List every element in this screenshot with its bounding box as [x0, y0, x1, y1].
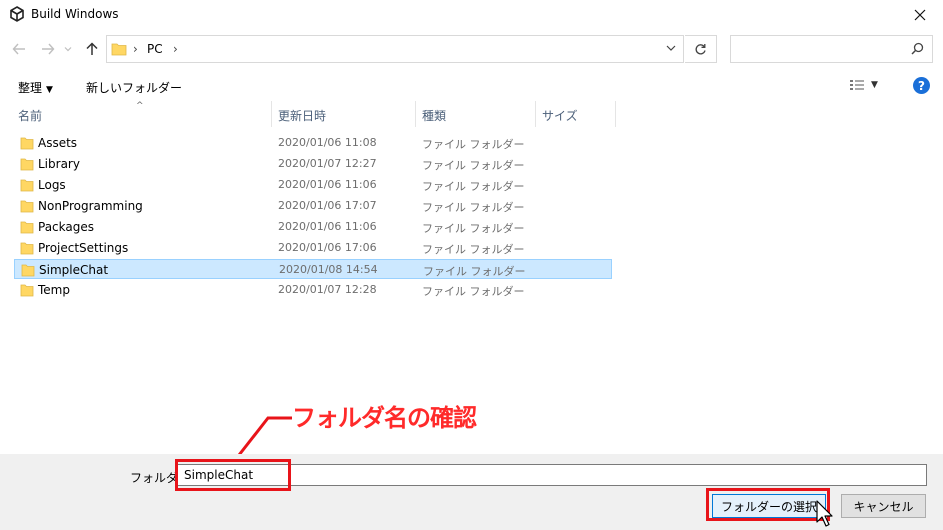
folder-icon	[20, 242, 34, 255]
folder-icon	[20, 284, 34, 297]
file-row[interactable]: NonProgramming 2020/01/06 17:07 ファイル フォルダー	[14, 196, 612, 216]
column-size[interactable]: サイズ	[536, 101, 616, 127]
folder-icon	[111, 43, 127, 56]
help-button[interactable]: ?	[913, 77, 930, 94]
address-bar[interactable]: › PC ›	[106, 35, 684, 63]
file-row[interactable]: SimpleChat 2020/01/08 14:54 ファイル フォルダー	[14, 259, 612, 279]
column-date[interactable]: 更新日時	[272, 101, 416, 127]
file-date: 2020/01/06 17:07	[278, 199, 377, 212]
file-date: 2020/01/06 11:06	[278, 178, 377, 191]
caret-down-icon: ▼	[46, 85, 53, 95]
arrow-left-icon	[12, 43, 25, 55]
file-date: 2020/01/06 11:06	[278, 220, 377, 233]
search-icon	[911, 42, 924, 55]
refresh-button[interactable]	[685, 35, 717, 63]
folder-icon	[20, 200, 34, 213]
file-name: Logs	[38, 178, 66, 192]
file-name: Temp	[38, 283, 70, 297]
details-view-icon	[850, 80, 864, 90]
chevron-down-icon[interactable]	[665, 42, 677, 54]
file-date: 2020/01/06 11:08	[278, 136, 377, 149]
file-row[interactable]: Logs 2020/01/06 11:06 ファイル フォルダー	[14, 175, 612, 195]
file-name: ProjectSettings	[38, 241, 129, 255]
file-row[interactable]: Assets 2020/01/06 11:08 ファイル フォルダー	[14, 133, 612, 153]
file-row[interactable]: Library 2020/01/07 12:27 ファイル フォルダー	[14, 154, 612, 174]
file-type: ファイル フォルダー	[422, 243, 525, 256]
file-row[interactable]: Packages 2020/01/06 11:06 ファイル フォルダー	[14, 217, 612, 237]
up-button[interactable]	[82, 39, 102, 59]
column-header: ^ 名前 更新日時 種類 サイズ	[0, 101, 943, 127]
chevron-down-icon	[64, 47, 72, 52]
forward-button[interactable]	[38, 39, 58, 59]
file-type: ファイル フォルダー	[422, 138, 525, 151]
arrow-up-icon	[86, 42, 98, 55]
column-type[interactable]: 種類	[416, 101, 536, 127]
caret-down-icon: ▼	[871, 80, 878, 90]
breadcrumb-pc[interactable]: PC	[147, 42, 163, 56]
refresh-icon	[695, 43, 706, 54]
folder-icon	[20, 179, 34, 192]
file-row[interactable]: ProjectSettings 2020/01/06 17:06 ファイル フォルダ…	[14, 238, 612, 258]
folder-icon	[20, 158, 34, 171]
organize-menu[interactable]: 整理 ▼	[18, 79, 53, 96]
folder-icon	[21, 264, 35, 277]
file-name: NonProgramming	[38, 199, 143, 213]
file-type: ファイル フォルダー	[422, 201, 525, 214]
file-name: Assets	[38, 136, 78, 150]
close-button[interactable]	[897, 0, 943, 29]
title-bar: Build Windows	[0, 0, 943, 29]
file-type: ファイル フォルダー	[422, 159, 525, 172]
file-date: 2020/01/06 17:06	[278, 241, 377, 254]
file-type: ファイル フォルダー	[422, 222, 525, 235]
file-name: Packages	[38, 220, 94, 234]
folder-icon	[20, 221, 34, 234]
breadcrumb-separator-icon: ›	[133, 42, 138, 56]
cancel-button[interactable]: キャンセル	[841, 494, 926, 518]
file-name: Library	[38, 157, 80, 171]
organize-label: 整理	[18, 81, 43, 95]
mouse-cursor-icon	[816, 500, 833, 527]
file-row[interactable]: Temp 2020/01/07 12:28 ファイル フォルダー	[14, 280, 612, 300]
column-name[interactable]: 名前	[12, 101, 272, 127]
view-options-button[interactable]: ▼	[849, 79, 878, 91]
annotation-label: フォルダ名の確認	[292, 404, 477, 432]
file-date: 2020/01/07 12:27	[278, 157, 377, 170]
file-type: ファイル フォルダー	[422, 285, 525, 298]
window-title: Build Windows	[31, 7, 119, 21]
select-button-highlight	[706, 488, 830, 521]
search-box[interactable]	[730, 35, 933, 63]
command-bar: 整理 ▼ 新しいフォルダー ▼ ?	[0, 72, 943, 100]
file-date: 2020/01/07 12:28	[278, 283, 377, 296]
file-type: ファイル フォルダー	[423, 265, 526, 278]
folder-input-highlight	[175, 459, 291, 491]
file-type: ファイル フォルダー	[422, 180, 525, 193]
file-name: SimpleChat	[39, 263, 109, 277]
breadcrumb-separator-icon[interactable]: ›	[173, 42, 178, 56]
new-folder-button[interactable]: 新しいフォルダー	[86, 79, 182, 96]
arrow-right-icon	[42, 43, 55, 55]
folder-icon	[20, 137, 34, 150]
file-date: 2020/01/08 14:54	[279, 263, 378, 276]
close-icon	[914, 9, 926, 20]
back-button[interactable]	[9, 39, 29, 59]
search-input[interactable]	[731, 36, 901, 62]
unity-logo-icon	[10, 6, 24, 22]
help-icon: ?	[918, 78, 925, 93]
recent-locations-button[interactable]	[62, 39, 74, 59]
